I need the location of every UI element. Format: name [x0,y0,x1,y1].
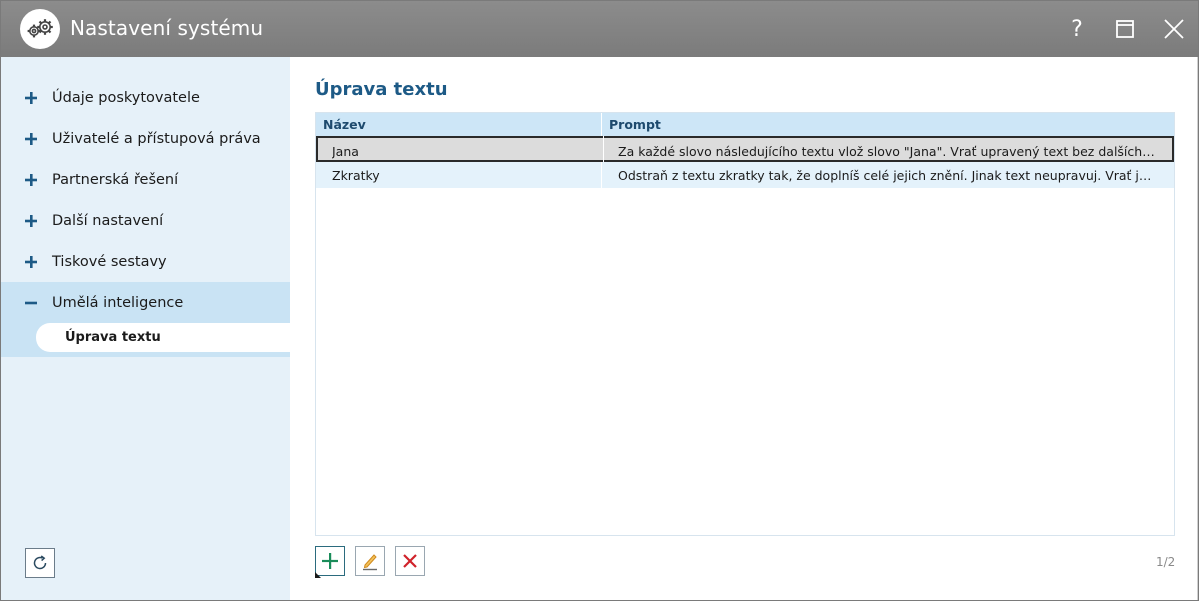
sidebar-item-udaje-poskytovatele[interactable]: Údaje poskytovatele [1,77,290,118]
delete-icon [403,554,417,568]
delete-button[interactable] [395,546,425,576]
prompts-table[interactable]: Název Prompt Jana Za každé slovo následu… [315,112,1175,536]
sidebar-subitem-container: Úprava textu [1,323,290,357]
sidebar-item-label: Tiskové sestavy [52,253,167,270]
refresh-button[interactable] [25,548,55,578]
pencil-icon [363,554,377,571]
sidebar: Údaje poskytovatele Uživatelé a přístupo… [1,57,290,600]
sidebar-item-uzivatele[interactable]: Uživatelé a přístupová práva [1,118,290,159]
cell-prompt-text: Za každé slovo následujícího textu vlož … [618,143,1158,159]
sidebar-item-label: Partnerská řešení [52,171,179,188]
minus-icon [25,301,37,304]
cell-name: Jana [332,143,359,159]
edit-button[interactable] [355,546,385,576]
sidebar-item-tiskove-sestavy[interactable]: Tiskové sestavy [1,241,290,282]
table-header: Název Prompt [316,113,1174,136]
plus-icon [25,255,37,268]
divider [1197,57,1198,600]
cell-name: Zkratky [332,167,380,183]
cell-prompt: Odstraň z textu zkratky tak, že doplníš … [618,162,1158,188]
sidebar-item-label: Údaje poskytovatele [52,89,200,106]
plus-icon [25,91,37,104]
maximize-icon [1116,20,1134,38]
plus-icon [25,132,37,145]
help-icon: ? [1071,16,1083,42]
column-separator[interactable] [601,113,602,136]
cell-separator [601,162,602,188]
pager-indicator: 1/2 [1156,555,1176,569]
window-title: Nastavení systému [70,16,264,40]
sidebar-item-label: Další nastavení [52,212,164,229]
cell-separator [603,136,604,162]
resize-corner-icon [315,572,321,578]
sidebar-item-label: Umělá inteligence [52,294,184,311]
sidebar-item-umela-inteligence[interactable]: Umělá inteligence [1,282,290,323]
settings-window: Nastavení systému ? Údaje poskytovatele … [0,0,1199,601]
cell-prompt: Za každé slovo následujícího textu vlož … [618,138,1158,164]
cell-prompt-text: Odstraň z textu zkratky tak, že doplníš … [618,167,1158,183]
page-title: Úprava textu [315,79,448,100]
plus-icon [25,173,37,186]
sidebar-item-dalsi-nastaveni[interactable]: Další nastavení [1,200,290,241]
sidebar-subitem-label: Úprava textu [65,330,161,345]
plus-icon [25,214,37,227]
column-header-prompt[interactable]: Prompt [609,113,661,136]
close-icon [1164,19,1184,39]
title-bar[interactable]: Nastavení systému ? [1,1,1198,57]
plus-icon [322,553,338,569]
refresh-icon [33,555,47,570]
column-header-name[interactable]: Název [323,113,603,136]
table-row[interactable]: Jana Za každé slovo následujícího textu … [316,136,1174,162]
sidebar-subitem-uprava-textu[interactable]: Úprava textu [36,323,290,352]
gears-icon [20,9,60,49]
maximize-button[interactable] [1110,14,1140,44]
table-row[interactable]: Zkratky Odstraň z textu zkratky tak, že … [316,162,1174,188]
sidebar-item-partnerska-reseni[interactable]: Partnerská řešení [1,159,290,200]
close-button[interactable] [1159,14,1189,44]
main-content: Úprava textu Název Prompt Jana Za každé … [290,57,1198,600]
sidebar-item-label: Uživatelé a přístupová práva [52,130,261,147]
help-button[interactable]: ? [1062,14,1092,44]
